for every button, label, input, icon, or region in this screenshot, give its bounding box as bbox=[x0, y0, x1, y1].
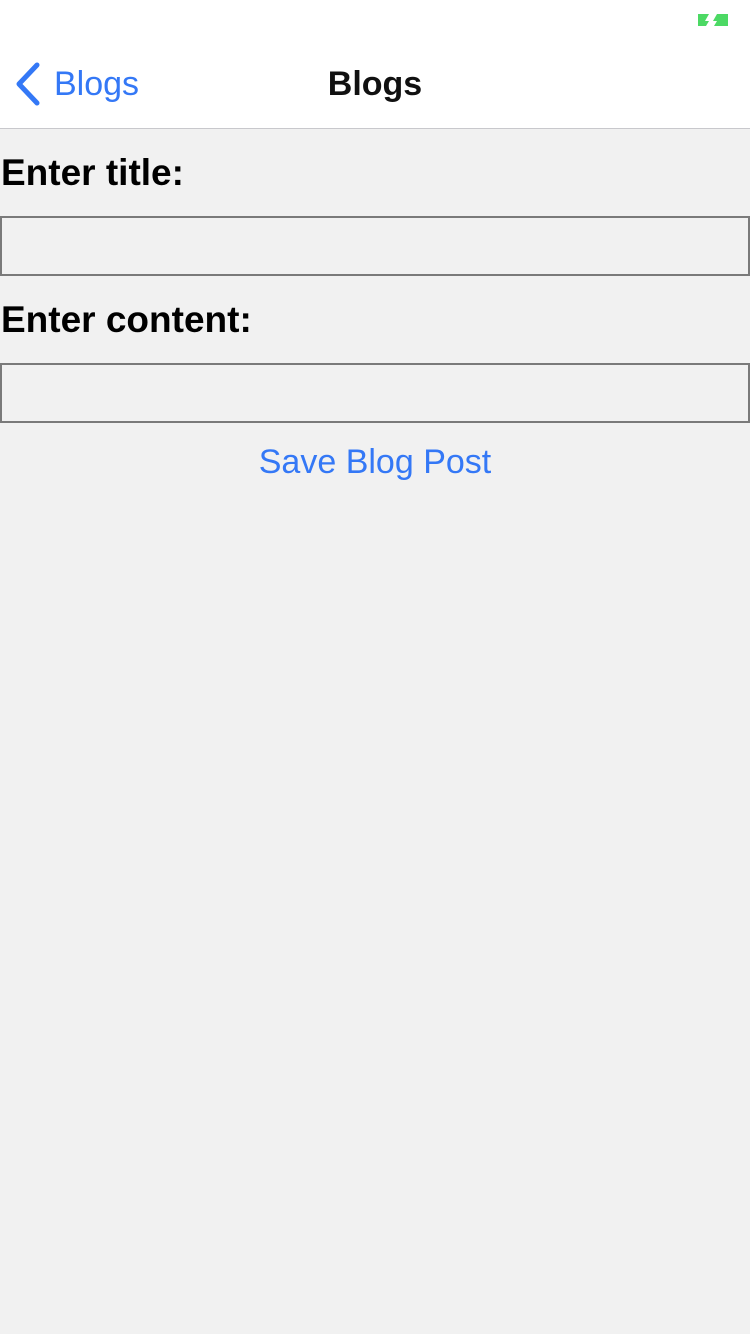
chevron-left-icon bbox=[14, 62, 42, 106]
navigation-bar: Blogs Blogs bbox=[0, 40, 750, 128]
blog-post-form: Enter title: Enter content: Save Blog Po… bbox=[0, 129, 750, 485]
save-blog-post-button[interactable]: Save Blog Post bbox=[259, 439, 491, 485]
back-button[interactable]: Blogs bbox=[14, 61, 139, 107]
top-bar: Blogs Blogs bbox=[0, 0, 750, 129]
title-input[interactable] bbox=[0, 216, 750, 276]
content-label: Enter content: bbox=[1, 299, 252, 340]
battery-charging-icon bbox=[696, 12, 730, 28]
content-input[interactable] bbox=[0, 363, 750, 423]
status-bar bbox=[0, 0, 750, 40]
back-button-label: Blogs bbox=[54, 65, 140, 103]
title-label: Enter title: bbox=[1, 152, 184, 193]
